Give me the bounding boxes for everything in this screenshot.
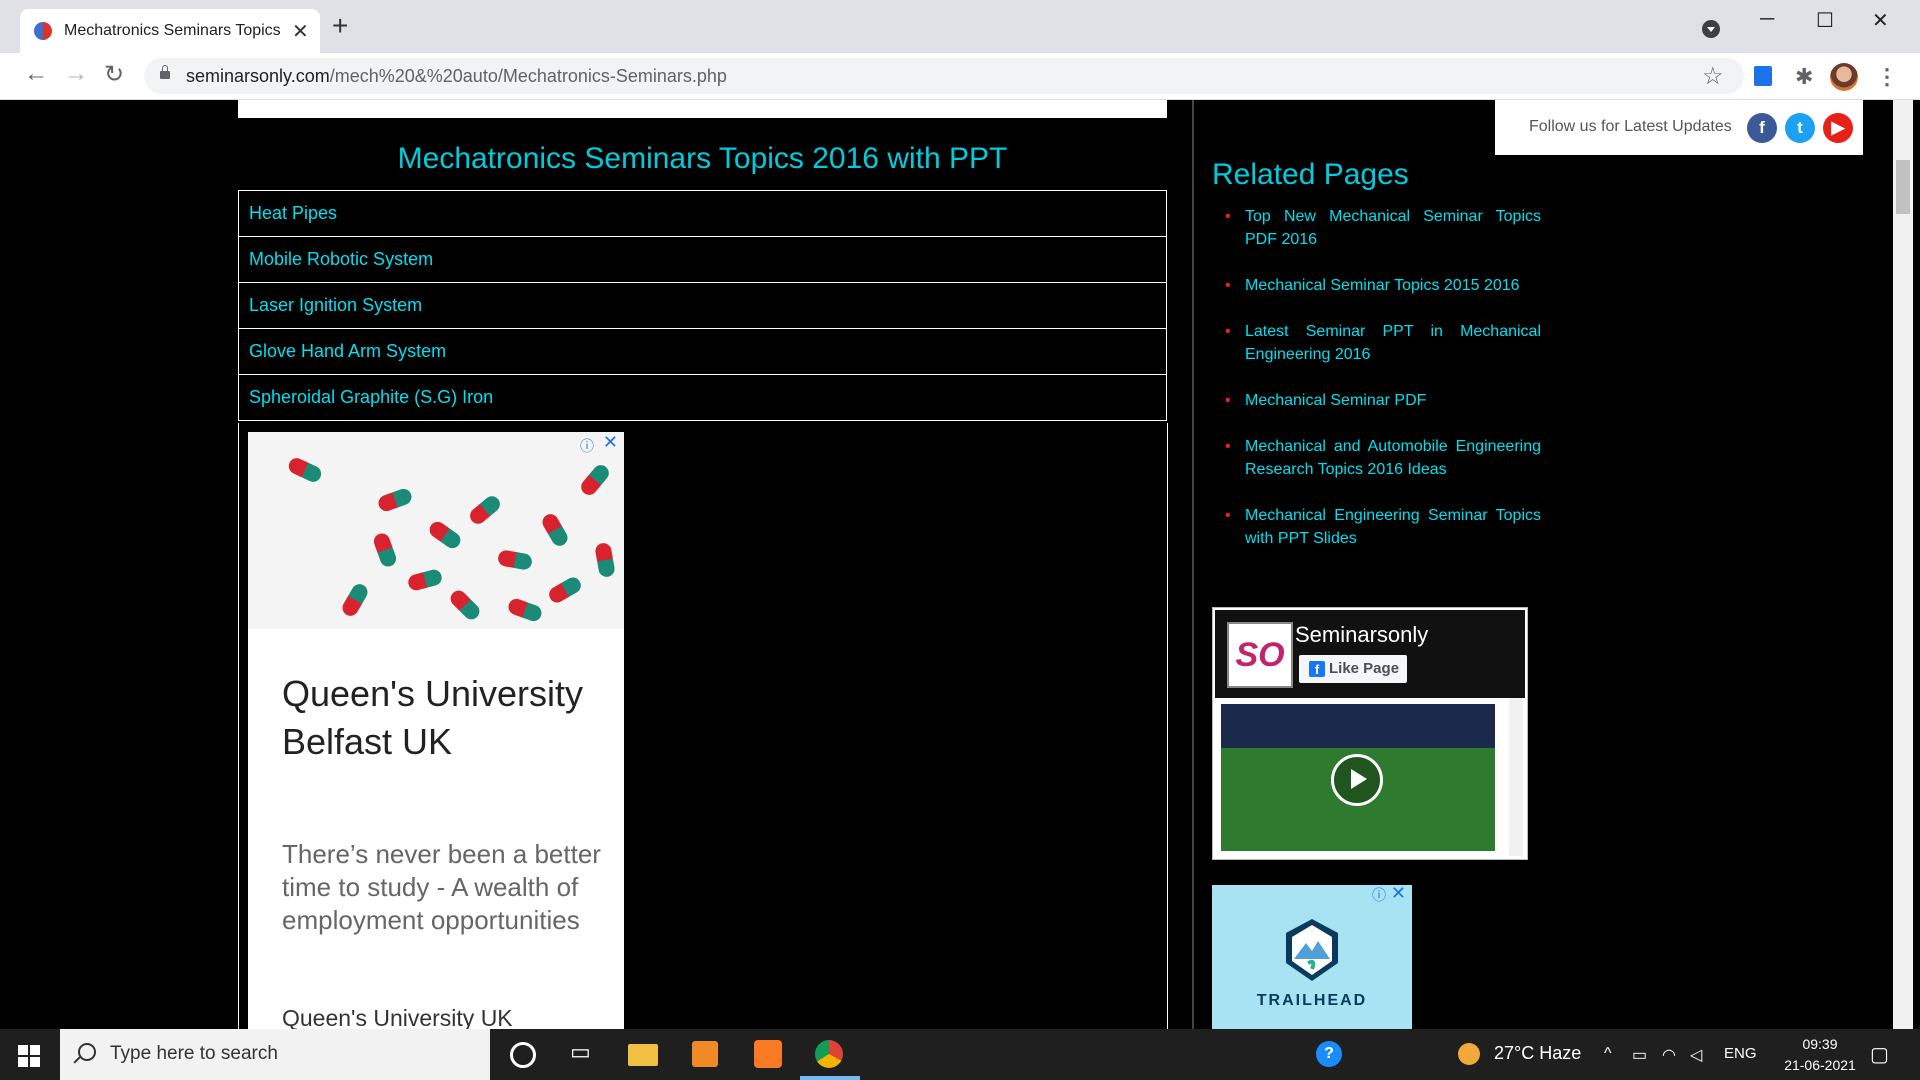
ad-info-icon[interactable]: ⓘ (580, 436, 594, 456)
weather-icon[interactable] (1458, 1043, 1480, 1065)
facebook-page-widget: SO Seminarsonly Like Page (1212, 607, 1528, 860)
fb-widget-scrollbar[interactable] (1509, 698, 1523, 856)
topic-link[interactable]: Spheroidal Graphite (S.G) Iron (238, 374, 1167, 421)
topic-list: Heat Pipes Mobile Robotic System Laser I… (238, 190, 1167, 421)
battery-icon[interactable]: ▭ (1632, 1045, 1647, 1065)
ad-info-icon[interactable]: ⓘ (1372, 885, 1386, 905)
twitter-icon[interactable]: t (1785, 113, 1815, 143)
wifi-icon[interactable]: ◠ (1662, 1045, 1676, 1065)
new-tab-button[interactable]: + (332, 12, 348, 40)
follow-text: Follow us for Latest Updates (1529, 118, 1732, 135)
fb-page-logo[interactable]: SO (1227, 622, 1293, 688)
search-placeholder: Type here to search (110, 1043, 278, 1064)
trailhead-logo-icon (1286, 919, 1338, 981)
page-title: Mechatronics Seminars Topics 2016 with P… (397, 142, 1008, 175)
maximize-icon[interactable]: ☐ (1816, 8, 1834, 33)
university-ad[interactable]: ⓘ ✕ Queen's University Belfast UK There’… (248, 432, 624, 1032)
clock[interactable]: 09:39 21-06-2021 (1770, 1034, 1870, 1076)
page-scrollbar[interactable] (1893, 100, 1913, 1029)
fb-video-thumbnail[interactable] (1221, 704, 1495, 851)
ad-heading: Queen's University Belfast UK (282, 673, 583, 762)
related-pages-heading: Related Pages (1212, 158, 1409, 191)
tab-title: Mechatronics Seminars Topics 2016 (64, 22, 284, 39)
chevron-up-icon[interactable]: ^ (1604, 1045, 1612, 1063)
ad-body: There’s never been a better time to stud… (282, 839, 601, 935)
language-indicator[interactable]: ENG (1724, 1045, 1757, 1062)
active-app-indicator (800, 1076, 860, 1080)
topic-link[interactable]: Heat Pipes (238, 190, 1167, 236)
clock-date: 21-06-2021 (1784, 1057, 1856, 1073)
extensions-puzzle-icon[interactable]: ✱ (1795, 64, 1813, 90)
minimize-icon[interactable]: ─ (1760, 8, 1774, 31)
ad-close-icon[interactable]: ✕ (603, 432, 618, 453)
trailhead-ad[interactable]: TRAILHEAD ⓘ ✕ (1212, 885, 1412, 1029)
windows-taskbar: Type here to search ▭ ? 27°C Haze ^ ▭ ◠ … (0, 1029, 1920, 1080)
sidebar-divider (1192, 100, 1194, 1029)
task-view-icon[interactable]: ▭ (570, 1039, 591, 1065)
tab-search-icon[interactable] (1702, 20, 1720, 38)
back-icon[interactable]: ← (24, 60, 48, 88)
fb-like-button[interactable]: Like Page (1299, 655, 1407, 683)
fb-cover: SO Seminarsonly Like Page (1215, 610, 1525, 698)
windows-start-icon[interactable] (18, 1045, 40, 1067)
related-link[interactable]: Top New Mechanical Seminar Topics PDF 20… (1225, 205, 1541, 251)
play-icon[interactable] (1331, 754, 1383, 806)
extension-icon[interactable] (1754, 66, 1772, 86)
url-text[interactable]: seminarsonly.com/mech%20&%20auto/Mechatr… (186, 66, 727, 87)
notification-icon[interactable]: ▢ (1870, 1042, 1889, 1067)
capsules-image (248, 432, 624, 629)
reload-icon[interactable]: ↻ (104, 60, 124, 89)
ad-close-icon[interactable]: ✕ (1391, 885, 1406, 904)
facebook-icon[interactable]: f (1747, 113, 1777, 143)
lock-icon[interactable] (160, 65, 170, 79)
header-strip (238, 100, 1167, 118)
help-icon[interactable]: ? (1316, 1041, 1342, 1067)
profile-avatar[interactable] (1830, 63, 1858, 91)
scrollbar-thumb[interactable] (1896, 160, 1910, 214)
clock-time: 09:39 (1802, 1036, 1838, 1052)
cortana-icon[interactable] (510, 1042, 536, 1068)
xampp-icon[interactable] (754, 1040, 782, 1068)
follow-bar: Follow us for Latest Updates f t ▶ (1495, 100, 1863, 155)
volume-icon[interactable]: ◁ (1690, 1045, 1702, 1065)
topic-link[interactable]: Glove Hand Arm System (238, 328, 1167, 374)
weather-text[interactable]: 27°C Haze (1494, 1043, 1581, 1064)
ad2-brand-text: TRAILHEAD (1256, 992, 1368, 1009)
fb-page-name[interactable]: Seminarsonly (1295, 622, 1428, 648)
url-path: /mech%20&%20auto/Mechatronics-Seminars.p… (329, 66, 727, 86)
tab-close-icon[interactable]: ✕ (292, 19, 309, 44)
related-link[interactable]: Mechanical Engineering Seminar Topics wi… (1225, 504, 1541, 550)
sublime-text-icon[interactable] (692, 1041, 718, 1067)
related-link[interactable]: Mechanical and Automobile Engineering Re… (1225, 435, 1541, 481)
file-explorer-icon[interactable] (628, 1044, 658, 1066)
close-window-icon[interactable]: ✕ (1872, 8, 1889, 33)
bookmark-star-icon[interactable]: ☆ (1702, 62, 1724, 91)
browser-menu-icon[interactable]: ⋮ (1876, 64, 1898, 90)
taskbar-search-box[interactable]: Type here to search (60, 1029, 490, 1080)
related-link[interactable]: Latest Seminar PPT in Mechanical Enginee… (1225, 320, 1541, 366)
chrome-icon[interactable] (815, 1040, 843, 1068)
related-link[interactable]: Mechanical Seminar Topics 2015 2016 (1225, 274, 1541, 297)
ad-footer: Queen's University UK (282, 1005, 513, 1031)
topic-link[interactable]: Mobile Robotic System (238, 236, 1167, 282)
site-favicon-icon (34, 22, 52, 40)
forward-icon[interactable]: → (64, 60, 88, 88)
topic-link[interactable]: Laser Ignition System (238, 282, 1167, 328)
related-pages-list: Top New Mechanical Seminar Topics PDF 20… (1225, 205, 1541, 573)
youtube-icon[interactable]: ▶ (1823, 113, 1853, 143)
related-link[interactable]: Mechanical Seminar PDF (1225, 389, 1541, 412)
browser-tab[interactable]: Mechatronics Seminars Topics 2016 ✕ (20, 9, 320, 53)
url-domain: seminarsonly.com (186, 66, 330, 86)
search-icon (78, 1043, 96, 1061)
